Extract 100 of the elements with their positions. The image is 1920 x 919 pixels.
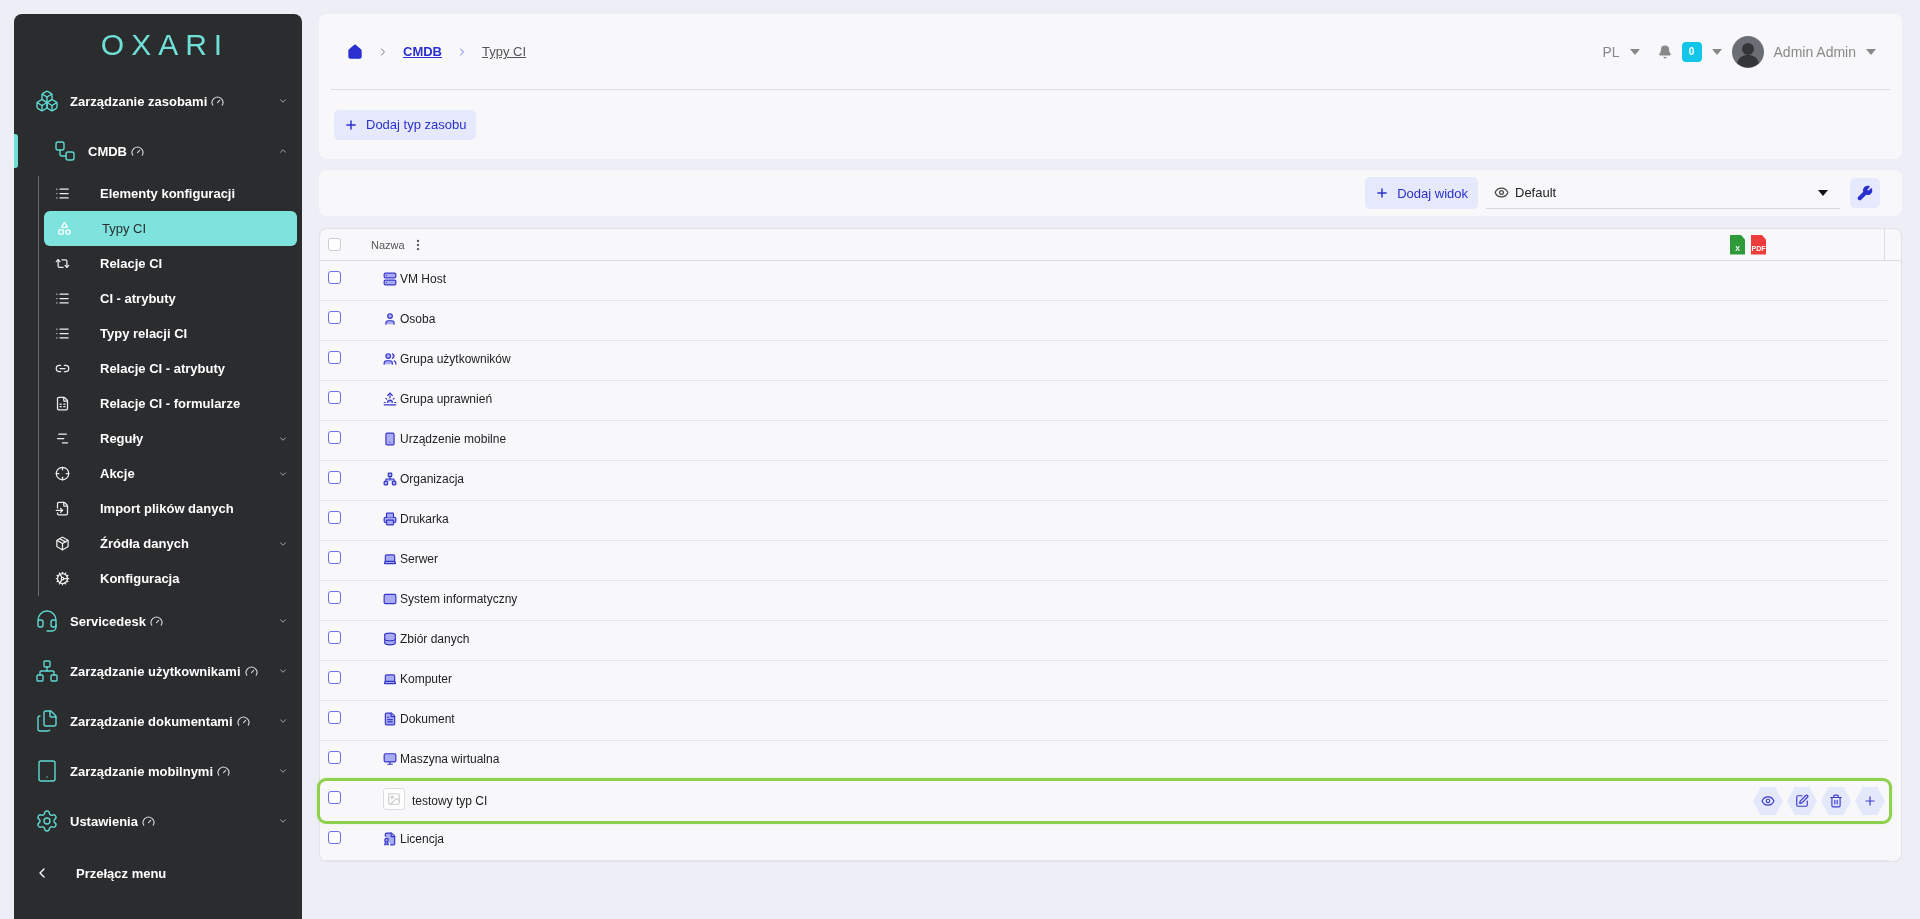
- server-icon: [383, 272, 397, 286]
- wrench-icon: [1857, 185, 1873, 201]
- nav-label: Zarządzanie zasobami: [70, 93, 208, 109]
- section-icon: [35, 709, 59, 733]
- nav-item[interactable]: Zarządzanie dokumentami: [14, 696, 302, 746]
- table-row[interactable]: VM Host: [320, 261, 1889, 301]
- bell-icon[interactable]: [1657, 44, 1672, 59]
- breadcrumb-link[interactable]: Typy CI: [482, 44, 527, 59]
- cogs-icon: [54, 571, 70, 586]
- pencil-icon: [1795, 794, 1809, 808]
- chevron-down-icon[interactable]: [278, 96, 288, 106]
- nav-subitem[interactable]: Typy relacji CI: [44, 316, 297, 351]
- nav-subitem[interactable]: Relacje CI - atrybuty: [44, 351, 297, 386]
- nav-item[interactable]: Servicedesk: [14, 596, 302, 646]
- nav-label: Reguły: [100, 431, 144, 446]
- row-name: Osoba: [400, 312, 436, 326]
- caret-icon[interactable]: [1711, 48, 1722, 55]
- row-checkbox[interactable]: [328, 751, 341, 764]
- table-row[interactable]: Grupa użytkowników: [320, 341, 1889, 381]
- nav-subitem[interactable]: Źródła danych: [44, 526, 297, 561]
- nav-label: Ustawienia: [70, 813, 138, 829]
- row-name: Dokument: [400, 712, 455, 726]
- table-row[interactable]: Osoba: [320, 301, 1889, 341]
- row-name: Organizacja: [400, 472, 465, 486]
- row-name: Zbiór danych: [400, 632, 470, 646]
- target-icon: [54, 466, 70, 481]
- nav-label: Relacje CI: [100, 256, 163, 271]
- nav-item[interactable]: CMDB: [14, 126, 302, 176]
- caret-icon[interactable]: [1629, 48, 1640, 55]
- edit-button[interactable]: [1787, 787, 1817, 815]
- nav-subitem[interactable]: Reguły: [44, 421, 297, 456]
- view-select[interactable]: Default: [1486, 177, 1840, 209]
- row-checkbox[interactable]: [328, 391, 341, 404]
- add-button[interactable]: [1855, 787, 1885, 815]
- nav-item[interactable]: Zarządzanie zasobami: [14, 76, 302, 126]
- collapse-menu-button[interactable]: Przełącz menu: [14, 848, 302, 898]
- nav-label: Źródła danych: [100, 536, 189, 551]
- view-button[interactable]: [1753, 787, 1783, 815]
- avatar[interactable]: [1731, 35, 1764, 68]
- row-checkbox[interactable]: [328, 711, 341, 724]
- nav-subitem[interactable]: Elementy konfiguracji: [44, 176, 297, 211]
- settings-button[interactable]: [1850, 178, 1880, 208]
- table-row[interactable]: Licencja: [320, 821, 1889, 861]
- table-row[interactable]: Komputer: [320, 661, 1889, 701]
- row-checkbox[interactable]: [328, 631, 341, 644]
- table-row[interactable]: testowy typ CI: [320, 781, 1889, 821]
- phone-icon: [383, 432, 397, 446]
- home-icon[interactable]: [347, 43, 363, 60]
- chevron-down-icon[interactable]: [278, 816, 288, 826]
- logo: OXARI: [99, 27, 231, 63]
- table-row[interactable]: Serwer: [320, 541, 1889, 581]
- row-name: testowy typ CI: [412, 794, 488, 808]
- add-type-button[interactable]: Dodaj typ zasobu: [334, 109, 477, 140]
- row-checkbox[interactable]: [328, 671, 341, 684]
- section-icon: [53, 139, 77, 163]
- table-row[interactable]: Maszyna wirtualna: [320, 741, 1889, 781]
- table-row[interactable]: Urządzenie mobilne: [320, 421, 1889, 461]
- select-all-checkbox[interactable]: [328, 238, 341, 251]
- table-row[interactable]: Zbiór danych: [320, 621, 1889, 661]
- nav-label: CI - atrybuty: [100, 291, 176, 306]
- nav-item[interactable]: Ustawienia: [14, 796, 302, 846]
- row-name: Komputer: [400, 672, 453, 686]
- table-row[interactable]: Drukarka: [320, 501, 1889, 541]
- table-row[interactable]: Grupa uprawnień: [320, 381, 1889, 421]
- chevron-down-icon[interactable]: [278, 616, 288, 626]
- breadcrumb-link[interactable]: CMDB: [403, 44, 442, 59]
- chevron-down-icon[interactable]: [278, 666, 288, 676]
- row-checkbox[interactable]: [328, 431, 341, 444]
- chevron-down-icon[interactable]: [278, 716, 288, 726]
- table-row[interactable]: Dokument: [320, 701, 1889, 741]
- row-checkbox[interactable]: [328, 471, 341, 484]
- printer-icon: [383, 512, 397, 526]
- table-row[interactable]: Organizacja: [320, 461, 1889, 501]
- document-icon: [383, 712, 397, 726]
- row-checkbox[interactable]: [328, 511, 341, 524]
- caret-icon[interactable]: [1866, 48, 1876, 55]
- chevron-up-icon[interactable]: [278, 146, 288, 156]
- column-header[interactable]: Nazwa: [371, 238, 405, 251]
- row-checkbox[interactable]: [328, 311, 341, 324]
- nav-subitem[interactable]: Akcje: [44, 456, 297, 491]
- row-checkbox[interactable]: [328, 831, 341, 844]
- row-checkbox[interactable]: [328, 351, 341, 364]
- nav-subitem[interactable]: Konfiguracja: [44, 561, 297, 596]
- nav-subitem[interactable]: Import plików danych: [44, 491, 297, 526]
- nav-subitem[interactable]: Relacje CI - formularze: [44, 386, 297, 421]
- table-row[interactable]: System informatyczny: [320, 581, 1889, 621]
- row-checkbox[interactable]: [328, 551, 341, 564]
- nav-subitem[interactable]: CI - atrybuty: [44, 281, 297, 316]
- nav-subitem[interactable]: Relacje CI: [44, 246, 297, 281]
- users-icon: [383, 352, 397, 366]
- delete-button[interactable]: [1821, 787, 1851, 815]
- row-checkbox[interactable]: [328, 271, 341, 284]
- add-view-button[interactable]: Dodaj widok: [1365, 177, 1478, 209]
- nav-item[interactable]: Zarządzanie mobilnymi: [14, 746, 302, 796]
- laptop-icon: [383, 672, 397, 686]
- nav-item[interactable]: Zarządzanie użytkownikami: [14, 646, 302, 696]
- row-checkbox[interactable]: [328, 591, 341, 604]
- row-checkbox[interactable]: [328, 791, 341, 804]
- nav-subitem[interactable]: Typy CI: [44, 211, 297, 246]
- chevron-down-icon[interactable]: [278, 766, 288, 776]
